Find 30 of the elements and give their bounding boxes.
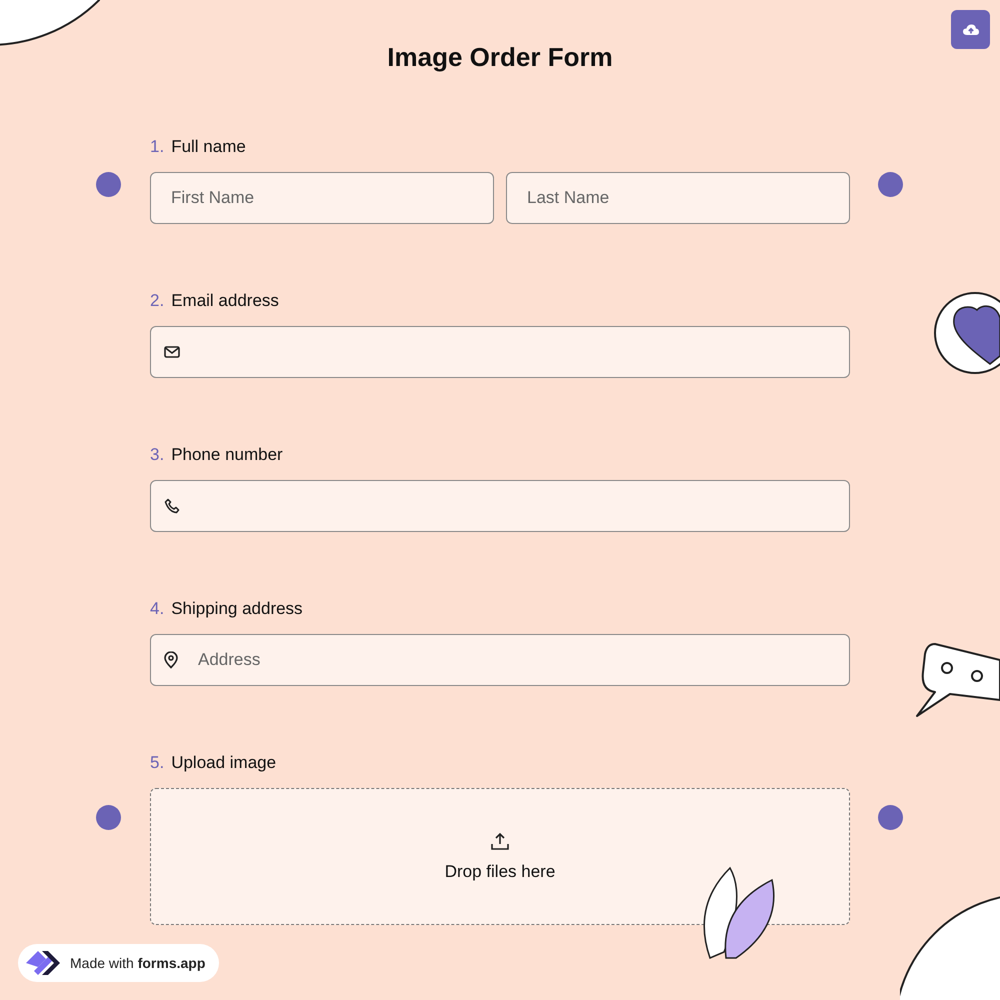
upload-icon (490, 832, 510, 852)
input-field[interactable] (150, 326, 850, 378)
dot-decoration (96, 172, 121, 197)
question-label: Shipping address (171, 598, 303, 620)
form-title: Image Order Form (386, 41, 614, 74)
location-pin-icon (164, 652, 178, 668)
question-label: Full name (171, 136, 246, 158)
question-number: 1. (150, 136, 164, 158)
question-number: 3. (150, 444, 164, 466)
made-with-badge[interactable]: Made with forms.app (18, 944, 220, 982)
file-drop-zone[interactable]: Drop files here (150, 788, 850, 925)
dot-decoration (96, 805, 121, 830)
question-number: 2. (150, 290, 164, 312)
cloud-upload-icon (962, 24, 978, 36)
phone-icon (164, 498, 180, 514)
mail-icon (164, 345, 180, 359)
question-label: Upload image (171, 752, 276, 774)
upload-button[interactable] (951, 10, 990, 49)
dot-decoration (878, 172, 903, 197)
input-field[interactable]: Last Name (506, 172, 850, 224)
dot-decoration (878, 805, 903, 830)
input-field[interactable]: Address (150, 634, 850, 686)
question-label: Email address (171, 290, 279, 312)
question-number: 5. (150, 752, 164, 774)
input-field[interactable] (150, 480, 850, 532)
badge-text: Made with forms.app (70, 955, 206, 971)
question-number: 4. (150, 598, 164, 620)
drop-text: Drop files here (444, 862, 556, 882)
input-field[interactable]: First Name (150, 172, 494, 224)
question-label: Phone number (171, 444, 283, 466)
